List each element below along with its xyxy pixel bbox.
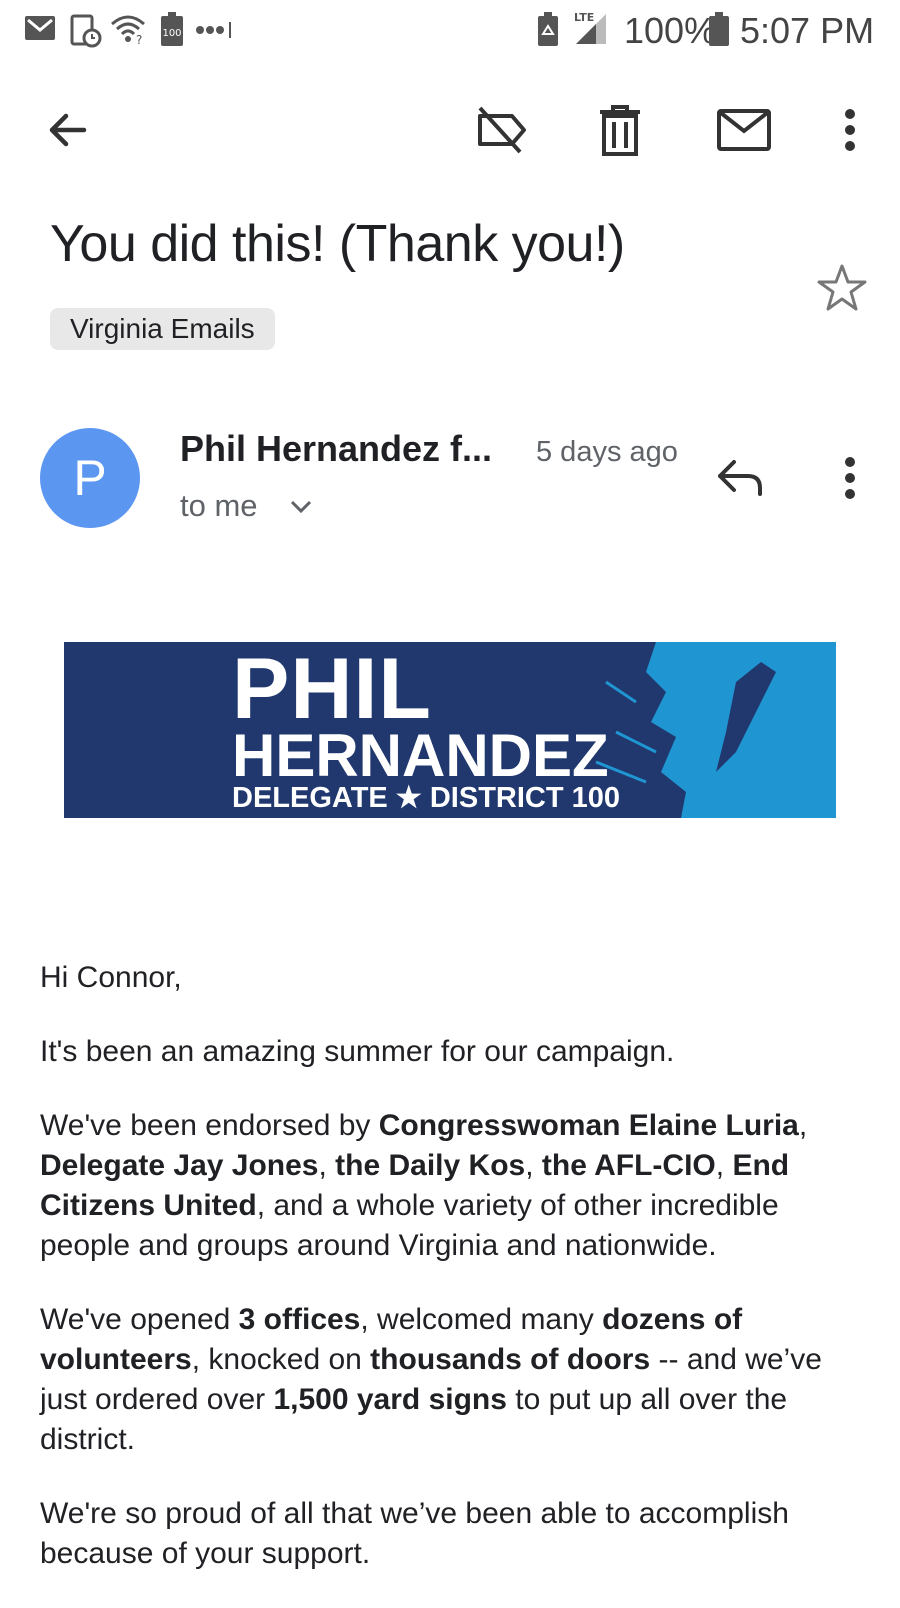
mark-unread-icon [717,109,771,151]
wifi-icon: ? [110,14,146,49]
bold-text: the Daily Kos [335,1149,526,1182]
text-run: , [525,1149,542,1182]
svg-text:?: ? [136,33,142,44]
text-run: We've been endorsed by [40,1109,379,1142]
delete-button[interactable] [590,100,650,160]
body-paragraph: It's been an amazing summer for our camp… [40,1035,675,1068]
bold-text: 1,500 yard signs [273,1383,507,1416]
more-vert-icon [845,109,855,151]
bold-text: the AFL-CIO [541,1149,716,1182]
text-run: , knocked on [191,1343,371,1376]
progress-paragraph: We've opened 3 offices, welcomed many do… [40,1300,870,1460]
clock: 5:07 PM [740,10,875,51]
banner-office: DELEGATE ★ DISTRICT 100 [232,782,621,814]
delete-icon [600,105,640,156]
text-run: , [798,1109,808,1142]
more-options-button[interactable] [820,100,880,160]
banner-map-area [586,642,836,818]
sender-name[interactable]: Phil Hernandez f... [180,428,492,470]
bold-text: 3 offices [238,1303,361,1336]
label-chip[interactable]: Virginia Emails [50,308,275,350]
star-button[interactable] [816,262,868,319]
more-vert-icon [845,457,855,499]
battery-100-icon: 100 [160,12,184,51]
greeting: Hi Connor, [40,961,182,994]
email-subject: You did this! (Thank you!) [50,215,625,273]
reply-icon [718,460,762,496]
recipient-summary[interactable]: to me [180,488,258,524]
virginia-coast-map [586,642,776,818]
chevron-down-icon [290,500,312,514]
bold-text: Delegate Jay Jones [40,1149,319,1182]
bold-text: thousands of doors [370,1343,651,1376]
gmail-icon [24,14,56,47]
battery-percent: 100% [624,10,717,51]
back-button[interactable] [38,100,98,160]
endorsements-paragraph: We've been endorsed by Congresswoman Ela… [40,1106,870,1266]
svg-text:LTE: LTE [574,11,594,24]
text-run: , [318,1149,336,1182]
mark-unread-button[interactable] [714,100,774,160]
back-arrow-icon [49,113,87,147]
svg-text:100: 100 [162,28,181,39]
text-run: , [715,1149,733,1182]
banner-last-name: HERNANDEZ [232,722,609,789]
text-run: We've opened [40,1303,239,1336]
dots-icon [196,22,234,43]
battery-saver-icon [537,12,559,51]
sent-time: 5 days ago [536,436,678,468]
text-run: , welcomed many [360,1303,603,1336]
banner-first-name: PHIL [232,642,432,737]
bold-text: Congresswoman Elaine Luria [378,1109,799,1142]
battery-icon [708,12,730,51]
star-icon [817,264,867,311]
tablet-clock-icon [70,14,102,53]
remove-label-button[interactable] [472,100,532,160]
label-off-icon [478,106,526,154]
email-body: Hi Connor, It's been an amazing summer f… [40,958,870,1608]
body-paragraph: We're so proud of all that we’ve been ab… [40,1497,789,1570]
campaign-banner: PHIL HERNANDEZ DELEGATE ★ DISTRICT 100 [64,642,836,818]
avatar[interactable]: P [40,428,140,528]
recipient-details-toggle[interactable] [290,500,312,519]
status-bar: ? 100 LTE 100% 5:07 PM [0,0,900,60]
reply-button[interactable] [710,448,770,508]
message-more-button[interactable] [820,448,880,508]
lte-signal-icon: LTE [572,10,608,51]
